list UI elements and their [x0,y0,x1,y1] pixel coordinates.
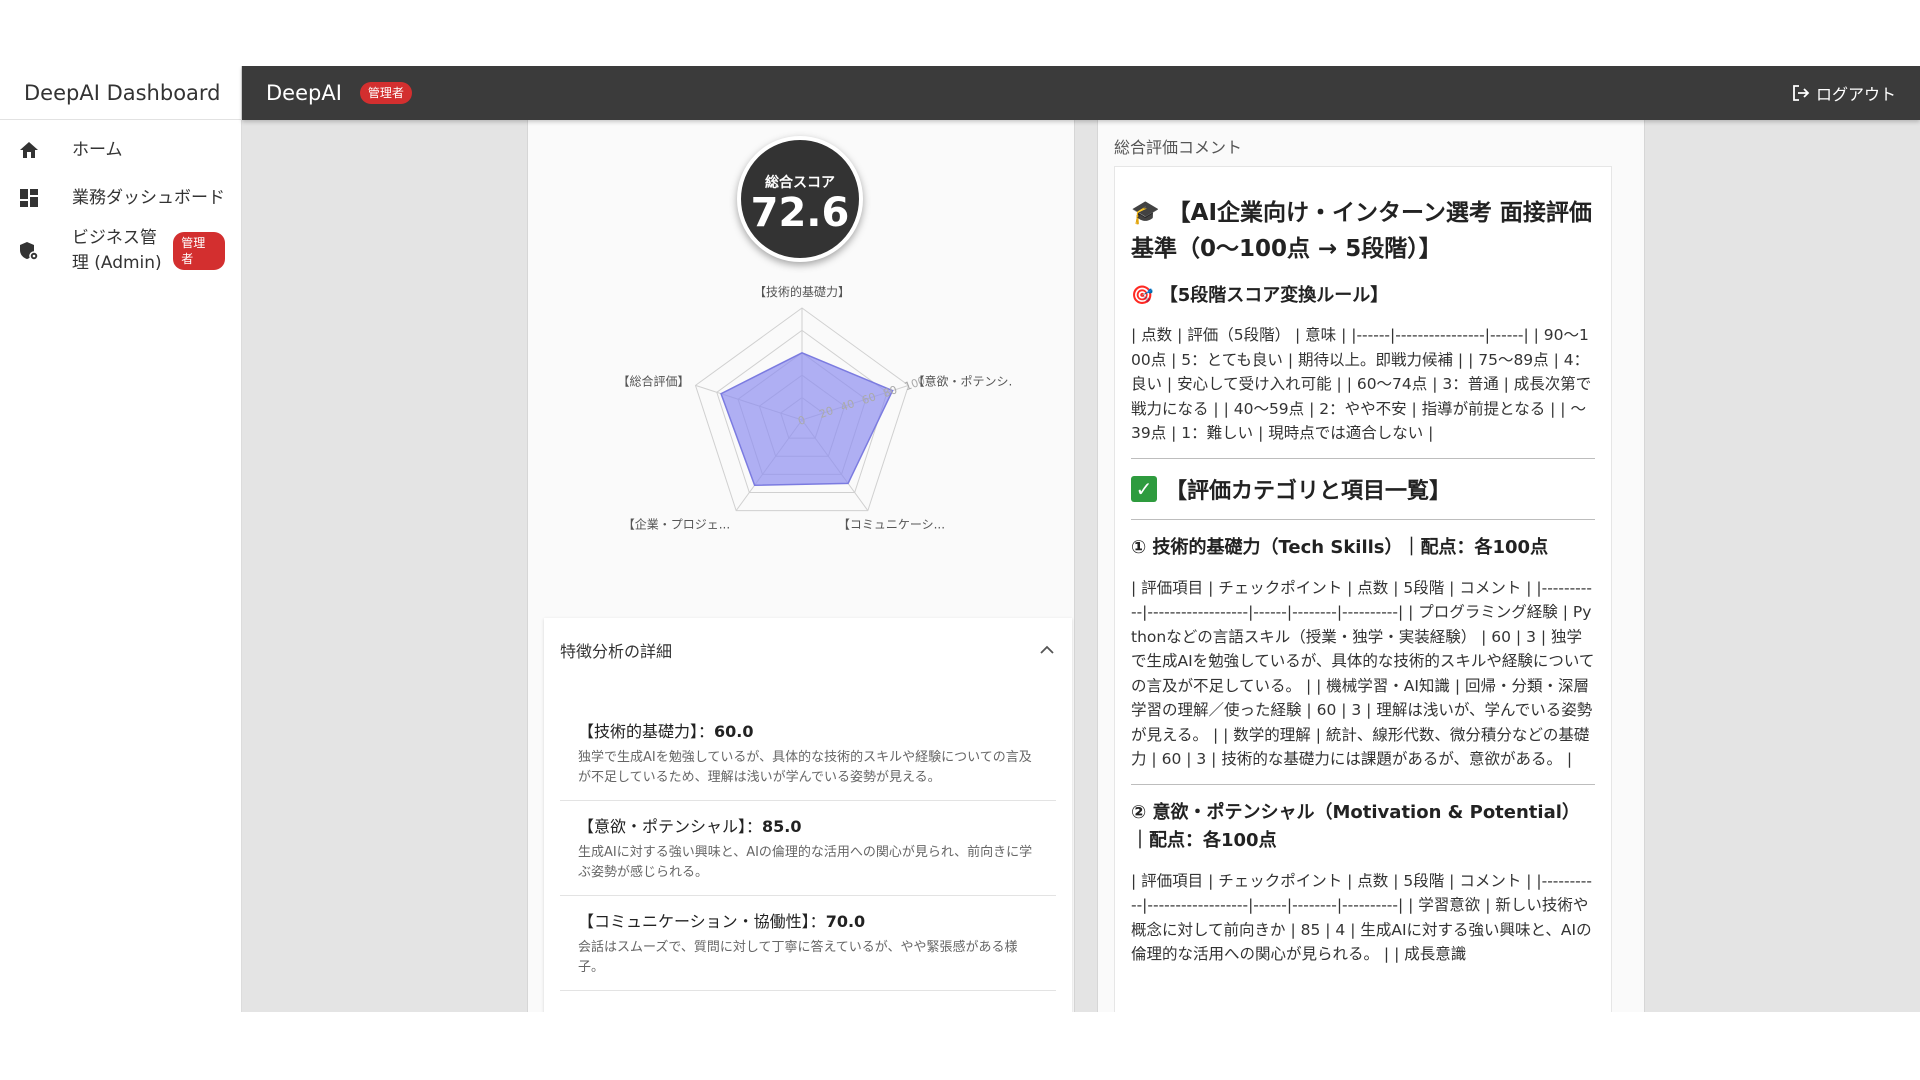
feature-description: 会話はスムーズで、質問に対して丁寧に答えているが、やや緊張感がある様子。 [578,940,1018,975]
feature-name: 【コミュニケーション・協働性】： [578,912,826,931]
radar-tick-label: 80 [881,383,899,400]
total-score-badge: 総合スコア 72.6 [737,136,863,262]
top-app-bar: DeepAI 管理者 ログアウト [242,66,1920,120]
radar-axis-label: 【企業・プロジェ... [623,517,730,532]
graduation-cap-icon: 🎓 [1131,200,1160,226]
sidebar-item-home[interactable]: ホーム [0,126,241,174]
comment-paragraph: | 評価項目 | チェックポイント | 点数 | 5段階 | コメント | |-… [1131,578,1595,769]
logout-label: ログアウト [1815,85,1896,104]
feature-score: 60.0 [714,722,754,741]
list-item: 【意欲・ポテンシャル】：85.0 生成AIに対する強い興味と、AIの倫理的な活用… [560,801,1056,896]
sidebar-item-label: 業務ダッシュボード [72,187,225,208]
feature-detail-header[interactable]: 特徴分析の詳細 [544,618,1072,682]
divider [1131,518,1595,520]
comment-heading-tech: ① 技術的基礎力（Tech Skills）｜配点：各100点 [1131,536,1549,558]
target-icon: 🎯 [1131,285,1154,306]
check-mark-icon: ✓ [1131,475,1157,502]
dashboard-grid-icon [18,187,40,209]
total-score-value: 72.6 [750,190,850,236]
admin-badge: 管理者 [173,232,225,270]
feature-detail-card: 特徴分析の詳細 【技術的基礎力】：60.0 独学で生成AIを勉強しているが、具体… [544,618,1072,1012]
feature-name: 【意欲・ポテンシャル】： [578,817,763,836]
admin-badge: 管理者 [359,82,412,104]
comment-paragraph: | 評価項目 | チェックポイント | 点数 | 5段階 | コメント | |-… [1131,871,1592,964]
home-icon [18,139,40,161]
analysis-panel: 総合スコア 72.6 0 20 40 60 80 100 【技術的基礎力】 【意欲・ポテンシ.… [527,120,1075,1012]
chevron-up-icon [1040,645,1054,654]
feature-detail-title: 特徴分析の詳細 [560,642,673,661]
feature-score: 70.0 [825,912,866,931]
divider [1131,457,1595,459]
sidebar-item-label: ホーム [72,139,123,160]
app-title: DeepAI [266,81,342,105]
radar-series-area [720,351,894,486]
feature-score: 85.0 [762,817,802,836]
feature-description: 生成AIに対する強い興味と、AIの倫理的な活用への関心が見られ、前向きに学ぶ姿勢… [578,845,1033,880]
comment-heading-categories: ✓ 【評価カテゴリと項目一覧】 [1131,473,1595,505]
list-item: 【コミュニケーション・協働性】：70.0 会話はスムーズで、質問に対して丁寧に答… [560,896,1056,991]
logout-button[interactable]: ログアウト [1792,66,1896,120]
feature-detail-list: 【技術的基礎力】：60.0 独学で生成AIを勉強しているが、具体的な技術的スキル… [544,682,1072,991]
comment-heading-score-rule: 🎯 【5段階スコア変換ルール】 [1131,281,1595,307]
sidebar-item-dashboard[interactable]: 業務ダッシュボード [0,174,241,222]
comment-section-title: 総合評価コメント [1114,138,1243,157]
comment-panel: 総合評価コメント 🎓 【AI企業向け・インターン選考 面接評価基準（0〜100点… [1097,120,1645,1012]
sidebar-item-label: ビジネス管理 (Admin) [71,228,162,273]
comment-card: 🎓 【AI企業向け・インターン選考 面接評価基準（0〜100点 → 5段階）】 … [1114,166,1612,1012]
radar-axis-label: 【意欲・ポテンシ... [913,373,1012,388]
comment-paragraph: | 点数 | 評価（5段階） | 意味 | |------|----------… [1131,326,1592,442]
radar-chart: 0 20 40 60 80 100【技術的基礎力】【意欲・ポテンシ...【コミュニケーシ.… [617,284,1012,532]
comment-heading-motivation: ② 意欲・ポテンシャル（Motivation & Potential）｜配点：各… [1131,801,1580,851]
comment-heading-text: 【AI企業向け・インターン選考 面接評価基準（0〜100点 → 5段階）】 [1131,200,1592,262]
list-item: 【技術的基礎力】：60.0 独学で生成AIを勉強しているが、具体的な技術的スキル… [560,706,1056,801]
radar-axis-label: 【総合評価】 [617,373,689,388]
divider [1131,783,1595,785]
feature-description: 独学で生成AIを勉強しているが、具体的な技術的スキルや経験についての言及が不足し… [578,750,1032,785]
sidebar-item-business-admin[interactable]: ビジネス管理 (Admin) 管理者 [0,222,241,276]
sidebar: DeepAI Dashboard ホーム 業務ダッシュボード ビジネス管理 (A… [0,66,242,1012]
comment-heading-main: 🎓 【AI企業向け・インターン選考 面接評価基準（0〜100点 → 5段階）】 [1131,195,1595,267]
radar-axis-label: 【コミュニケーシ... [838,518,945,532]
comment-heading-text: 【5段階スコア変換ルール】 [1159,285,1389,306]
logout-icon [1793,85,1810,101]
app-window: DeepAI Dashboard ホーム 業務ダッシュボード ビジネス管理 (A… [0,66,1920,1012]
feature-name: 【技術的基礎力】： [578,722,715,741]
sidebar-brand: DeepAI Dashboard [0,66,241,120]
radar-axis-label: 【技術的基礎力】 [754,284,850,299]
shield-gear-icon [18,240,40,262]
total-score-label: 総合スコア [765,175,835,191]
comment-heading-text: 【評価カテゴリと項目一覧】 [1165,478,1452,504]
